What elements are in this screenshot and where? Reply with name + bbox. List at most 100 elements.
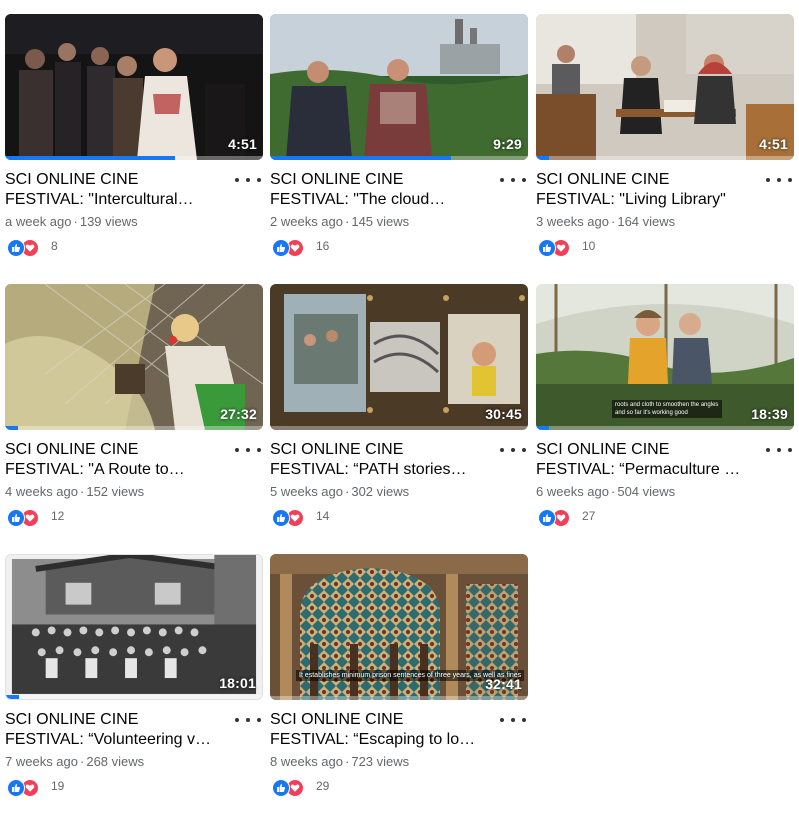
- thumbnail-image: [536, 14, 794, 160]
- video-meta: 5 weeks ago · 302 views: [270, 484, 410, 499]
- video-card[interactable]: 30:45 SCI ONLINE CINE FESTIVAL: “PATH st…: [270, 284, 528, 544]
- watch-progress-bar: [536, 426, 794, 430]
- video-title[interactable]: SCI ONLINE CINE FESTIVAL: "Living Librar…: [536, 170, 762, 210]
- thumbs-up-icon: [272, 509, 290, 527]
- video-card[interactable]: 9:29 SCI ONLINE CINE FESTIVAL: "The clou…: [270, 14, 528, 274]
- three-dots-icon: [235, 178, 239, 182]
- video-title[interactable]: SCI ONLINE CINE FESTIVAL: "A Route to…: [5, 440, 231, 480]
- watch-progress-bar: [270, 156, 528, 160]
- video-title[interactable]: SCI ONLINE CINE FESTIVAL: "Intercultural…: [5, 170, 231, 210]
- thumbs-up-icon: [538, 239, 556, 257]
- thumbs-up-icon: [272, 779, 290, 797]
- more-options-button[interactable]: [766, 442, 792, 458]
- watch-progress-bar: [270, 696, 528, 700]
- video-thumbnail[interactable]: 4:51: [536, 14, 794, 160]
- reaction-summary[interactable]: 14: [272, 509, 522, 527]
- view-count: 723 views: [351, 754, 410, 769]
- view-count: 164 views: [617, 214, 676, 229]
- video-title[interactable]: SCI ONLINE CINE FESTIVAL: “Permaculture …: [536, 440, 762, 480]
- video-card[interactable]: 18:01 SCI ONLINE CINE FESTIVAL: “Volunte…: [5, 554, 263, 814]
- three-dots-icon: [500, 448, 504, 452]
- reaction-count: 29: [316, 779, 330, 793]
- reaction-summary[interactable]: 29: [272, 779, 522, 797]
- reaction-summary[interactable]: 12: [7, 509, 257, 527]
- video-thumbnail[interactable]: 18:01: [5, 554, 263, 700]
- video-thumbnail[interactable]: 9:29: [270, 14, 528, 160]
- video-duration: 27:32: [220, 406, 257, 422]
- upload-age: a week ago: [5, 214, 72, 229]
- video-duration: 18:39: [751, 406, 788, 422]
- upload-age: 3 weeks ago: [536, 214, 609, 229]
- more-options-button[interactable]: [235, 712, 261, 728]
- thumbnail-image: [5, 14, 263, 160]
- reaction-count: 16: [316, 239, 330, 253]
- reaction-summary[interactable]: 10: [538, 239, 788, 257]
- video-meta: 7 weeks ago · 268 views: [5, 754, 145, 769]
- thumbs-up-icon: [7, 239, 25, 257]
- video-thumbnail[interactable]: roots and cloth to smoothen the angles a…: [536, 284, 794, 430]
- thumbs-up-icon: [538, 509, 556, 527]
- video-duration: 18:01: [219, 675, 256, 691]
- watch-progress-bar: [5, 426, 263, 430]
- more-options-button[interactable]: [766, 172, 792, 188]
- video-title[interactable]: SCI ONLINE CINE FESTIVAL: “Volunteering …: [5, 710, 231, 750]
- more-options-button[interactable]: [235, 442, 261, 458]
- thumbnail-image: [270, 14, 528, 160]
- video-thumbnail[interactable]: 4:51: [5, 14, 263, 160]
- video-title[interactable]: SCI ONLINE CINE FESTIVAL: "The cloud…: [270, 170, 496, 210]
- video-meta: a week ago · 139 views: [5, 214, 138, 229]
- reaction-count: 8: [51, 239, 58, 253]
- video-card[interactable]: 27:32 SCI ONLINE CINE FESTIVAL: "A Route…: [5, 284, 263, 544]
- video-card[interactable]: It establishes minimum prison sentences …: [270, 554, 528, 814]
- view-count: 145 views: [351, 214, 410, 229]
- watch-progress-bar: [536, 156, 794, 160]
- view-count: 302 views: [351, 484, 410, 499]
- video-meta: 2 weeks ago · 145 views: [270, 214, 410, 229]
- video-duration: 4:51: [759, 136, 788, 152]
- upload-age: 2 weeks ago: [270, 214, 343, 229]
- video-title[interactable]: SCI ONLINE CINE FESTIVAL: “Escaping to l…: [270, 710, 496, 750]
- video-duration: 32:41: [485, 676, 522, 692]
- more-options-button[interactable]: [500, 172, 526, 188]
- watch-progress-bar: [6, 695, 262, 699]
- three-dots-icon: [500, 718, 504, 722]
- video-meta: 6 weeks ago · 504 views: [536, 484, 676, 499]
- video-duration: 9:29: [493, 136, 522, 152]
- reaction-count: 27: [582, 509, 596, 523]
- three-dots-icon: [766, 448, 770, 452]
- more-options-button[interactable]: [235, 172, 261, 188]
- reaction-summary[interactable]: 8: [7, 239, 257, 257]
- video-title[interactable]: SCI ONLINE CINE FESTIVAL: “PATH stories…: [270, 440, 496, 480]
- video-thumbnail[interactable]: It establishes minimum prison sentences …: [270, 554, 528, 700]
- video-meta: 4 weeks ago · 152 views: [5, 484, 145, 499]
- more-options-button[interactable]: [500, 442, 526, 458]
- reaction-count: 12: [51, 509, 65, 523]
- video-meta: 3 weeks ago · 164 views: [536, 214, 676, 229]
- three-dots-icon: [235, 448, 239, 452]
- video-card[interactable]: 4:51 SCI ONLINE CINE FESTIVAL: "Living L…: [536, 14, 794, 274]
- more-options-button[interactable]: [500, 712, 526, 728]
- thumbs-up-icon: [7, 509, 25, 527]
- three-dots-icon: [500, 178, 504, 182]
- video-meta: 8 weeks ago · 723 views: [270, 754, 410, 769]
- upload-age: 4 weeks ago: [5, 484, 78, 499]
- video-card[interactable]: 4:51 SCI ONLINE CINE FESTIVAL: "Intercul…: [5, 14, 263, 274]
- reaction-count: 19: [51, 779, 65, 793]
- upload-age: 6 weeks ago: [536, 484, 609, 499]
- reaction-summary[interactable]: 19: [7, 779, 257, 797]
- video-duration: 30:45: [485, 406, 522, 422]
- watch-progress-bar: [5, 156, 263, 160]
- reaction-summary[interactable]: 27: [538, 509, 788, 527]
- three-dots-icon: [235, 718, 239, 722]
- view-count: 152 views: [86, 484, 145, 499]
- upload-age: 7 weeks ago: [5, 754, 78, 769]
- reaction-summary[interactable]: 16: [272, 239, 522, 257]
- upload-age: 8 weeks ago: [270, 754, 343, 769]
- thumbs-up-icon: [7, 779, 25, 797]
- video-thumbnail[interactable]: 27:32: [5, 284, 263, 430]
- view-count: 504 views: [617, 484, 676, 499]
- view-count: 268 views: [86, 754, 145, 769]
- three-dots-icon: [766, 178, 770, 182]
- video-thumbnail[interactable]: 30:45: [270, 284, 528, 430]
- video-card[interactable]: roots and cloth to smoothen the angles a…: [536, 284, 794, 544]
